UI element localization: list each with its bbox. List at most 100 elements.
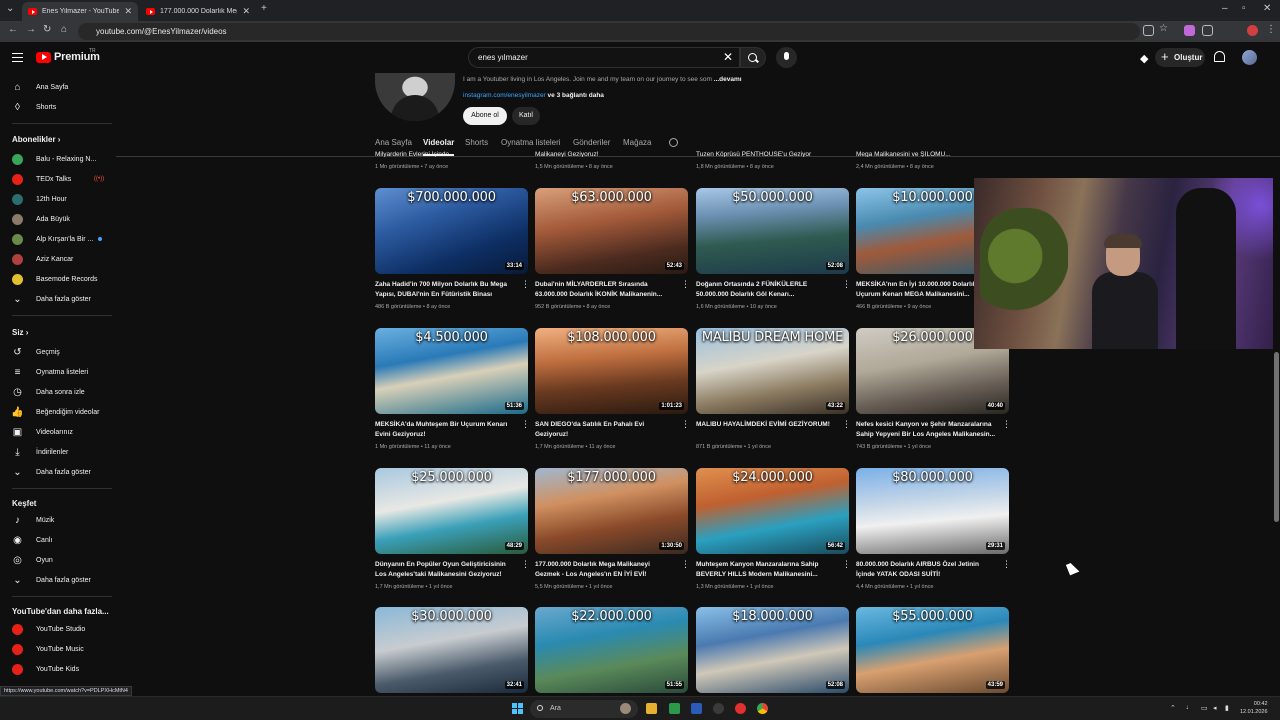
video-title[interactable]: Mega Malikanesini ve ŞİLOMU... <box>856 151 974 157</box>
reload-icon[interactable]: ↻ <box>43 24 51 35</box>
subscriptions-header[interactable]: Abonelikler › <box>12 135 60 144</box>
search-button[interactable] <box>740 47 766 68</box>
tab-store[interactable]: Mağaza <box>623 138 651 147</box>
sidebar-item-subscription[interactable]: Alp Kırşan'la Bir ... <box>0 229 116 249</box>
video-more-options-icon[interactable] <box>842 419 851 430</box>
sidebar-item-watch-later[interactable]: ◷ Daha sonra izle <box>0 382 116 402</box>
sidebar-item-history[interactable]: ↺ Geçmiş <box>0 342 116 362</box>
bookmark-star-icon[interactable]: ☆ <box>1159 23 1168 34</box>
window-close-icon[interactable]: ✕ <box>1263 3 1271 14</box>
video-title[interactable]: SAN DIEGO'da Satılık En Pahalı Evi Geziy… <box>535 420 675 440</box>
channel-search-icon[interactable] <box>669 138 678 147</box>
sidebar-item-youtube-studio[interactable]: YouTube Studio <box>0 619 116 639</box>
video-more-options-icon[interactable] <box>842 559 851 570</box>
profile-icon[interactable] <box>1247 25 1258 36</box>
sidebar-item-live[interactable]: ◉ Canlı <box>0 530 116 550</box>
video-more-options-icon[interactable] <box>681 559 690 570</box>
record-app-icon[interactable] <box>735 703 746 714</box>
tray-chevron-icon[interactable]: ⌃ <box>1170 704 1176 712</box>
account-avatar[interactable] <box>1242 50 1257 65</box>
sidebar-item-subscription[interactable]: Aziz Kancar <box>0 249 116 269</box>
youtube-logo[interactable]: Premium TR <box>36 48 100 63</box>
video-thumbnail[interactable]: $22.000.000 51:55 <box>535 607 688 693</box>
excel-icon[interactable] <box>669 703 680 714</box>
description-more-link[interactable]: ...devamı <box>714 76 742 83</box>
microphone-icon[interactable]: ♩ <box>1186 704 1193 711</box>
video-thumbnail[interactable]: $177.000.000 1:30:50 <box>535 468 688 554</box>
taskbar-clock[interactable]: 00:42 12.01.2026 <box>1240 700 1268 716</box>
video-more-options-icon[interactable] <box>842 279 851 290</box>
volume-icon[interactable]: ◂ <box>1213 704 1217 712</box>
sidebar-item-subscription[interactable]: Balu - Relaxing N... <box>0 149 116 169</box>
sidebar-item-music[interactable]: ♪ Müzik <box>0 510 116 530</box>
sidebar-item-youtube-music[interactable]: YouTube Music <box>0 639 116 659</box>
sidebar-item-your-videos[interactable]: ▣ Videolarınız <box>0 422 116 442</box>
obs-icon[interactable] <box>713 703 724 714</box>
sidebar-show-more[interactable]: ⌄ Daha fazla göster <box>0 570 116 590</box>
video-title[interactable]: 80.000.000 Dolarlık AIRBUS Özel Jetinin … <box>856 560 996 580</box>
forward-icon[interactable]: → <box>26 24 36 35</box>
video-thumbnail[interactable]: $55.000.000 43:59 <box>856 607 1009 693</box>
tab-search-icon[interactable]: ⌄ <box>6 3 14 14</box>
instagram-link[interactable]: instagram.com/enesyilmazer <box>463 92 546 99</box>
video-thumbnail[interactable]: $24.000.000 56:42 <box>696 468 849 554</box>
word-icon[interactable] <box>691 703 702 714</box>
channel-avatar[interactable] <box>375 73 455 121</box>
video-title[interactable]: Milyarderin Evlerini İçinde <box>375 151 515 157</box>
sidebar-show-more[interactable]: ⌄ Daha fazla göster <box>0 462 116 482</box>
subscribe-button[interactable]: Abone ol <box>463 107 507 125</box>
sidebar-item-subscription[interactable]: Ada Büyük <box>0 209 116 229</box>
join-button[interactable]: Katıl <box>512 107 540 125</box>
video-thumbnail[interactable]: $50.000.000 52:08 <box>696 188 849 274</box>
search-input[interactable]: enes yılmazer ✕ <box>468 47 740 68</box>
home-browser-icon[interactable]: ⌂ <box>61 24 67 35</box>
network-icon[interactable]: ▭ <box>1201 704 1208 712</box>
video-title[interactable]: Dünyanın En Popüler Oyun Geliştiricisini… <box>375 560 515 580</box>
more-links-button[interactable]: ve 3 bağlantı daha <box>548 92 604 99</box>
tab-videos[interactable]: Videolar <box>423 138 454 147</box>
video-thumbnail[interactable]: $80.000.000 29:31 <box>856 468 1009 554</box>
video-thumbnail[interactable]: $4.500.000 51:36 <box>375 328 528 414</box>
battery-icon[interactable]: ▮ <box>1225 704 1229 712</box>
cast-icon[interactable]: ◆ <box>1140 52 1148 65</box>
video-more-options-icon[interactable] <box>681 279 690 290</box>
video-title[interactable]: MEKSİKA'da Muhteşem Bir Uçurum Kenarı Ev… <box>375 420 515 440</box>
video-more-options-icon[interactable] <box>1002 559 1011 570</box>
sidebar-item-shorts[interactable]: ◊ Shorts <box>0 97 116 117</box>
video-thumbnail[interactable]: $18.000.000 52:08 <box>696 607 849 693</box>
create-button[interactable]: + Oluştur <box>1155 48 1205 67</box>
tab-playlists[interactable]: Oynatma listeleri <box>501 138 561 147</box>
menu-icon[interactable] <box>12 53 23 62</box>
voice-search-icon[interactable] <box>776 47 797 68</box>
video-more-options-icon[interactable] <box>521 559 530 570</box>
weather-icon[interactable] <box>620 703 631 714</box>
video-more-options-icon[interactable] <box>681 419 690 430</box>
tab-home[interactable]: Ana Sayfa <box>375 138 412 147</box>
video-thumbnail[interactable]: MALIBU DREAM HOME 43:22 <box>696 328 849 414</box>
sidebar-item-subscription[interactable]: TEDx Talks ((•)) <box>0 169 116 189</box>
sidebar-item-liked[interactable]: 👍 Beğendiğim videolar <box>0 402 116 422</box>
sidebar-show-more[interactable]: ⌄ Daha fazla göster <box>0 289 116 309</box>
browser-tab[interactable]: 177.000.000 Dolarlık Mega Mal ✕ <box>140 2 256 21</box>
video-title[interactable]: Malikaneyi Geziyoruz! <box>535 151 675 157</box>
file-explorer-icon[interactable] <box>646 703 657 714</box>
browser-tab-active[interactable]: Enes Yilmazer - YouTube ✕ <box>22 2 138 21</box>
scrollbar-thumb[interactable] <box>1274 352 1279 522</box>
browser-menu-icon[interactable]: ⋮ <box>1266 24 1276 35</box>
tab-close-icon[interactable]: ✕ <box>124 6 132 17</box>
video-title[interactable]: Nefes kesici Kanyon ve Şehir Manzaraları… <box>856 420 996 440</box>
back-icon[interactable]: ← <box>8 24 18 35</box>
video-more-options-icon[interactable] <box>1002 419 1011 430</box>
channel-description[interactable]: I am a Youtuber living in Los Angeles. J… <box>463 76 742 83</box>
video-thumbnail[interactable]: $700.000.000 33:14 <box>375 188 528 274</box>
sidebar-item-subscription[interactable]: 12th Hour <box>0 189 116 209</box>
video-more-options-icon[interactable] <box>521 419 530 430</box>
video-more-options-icon[interactable] <box>521 279 530 290</box>
sidebar-item-downloads[interactable]: ⤓ İndirilenler <box>0 442 116 462</box>
sidebar-item-gaming[interactable]: ◎ Oyun <box>0 550 116 570</box>
extensions-puzzle-icon[interactable] <box>1202 25 1213 36</box>
sidebar-item-subscription[interactable]: Basemode Records <box>0 269 116 289</box>
video-title[interactable]: Muhteşem Kanyon Manzaralarına Sahip BEVE… <box>696 560 836 580</box>
you-header[interactable]: Siz › <box>12 328 28 337</box>
page-scrollbar[interactable] <box>1273 157 1280 695</box>
